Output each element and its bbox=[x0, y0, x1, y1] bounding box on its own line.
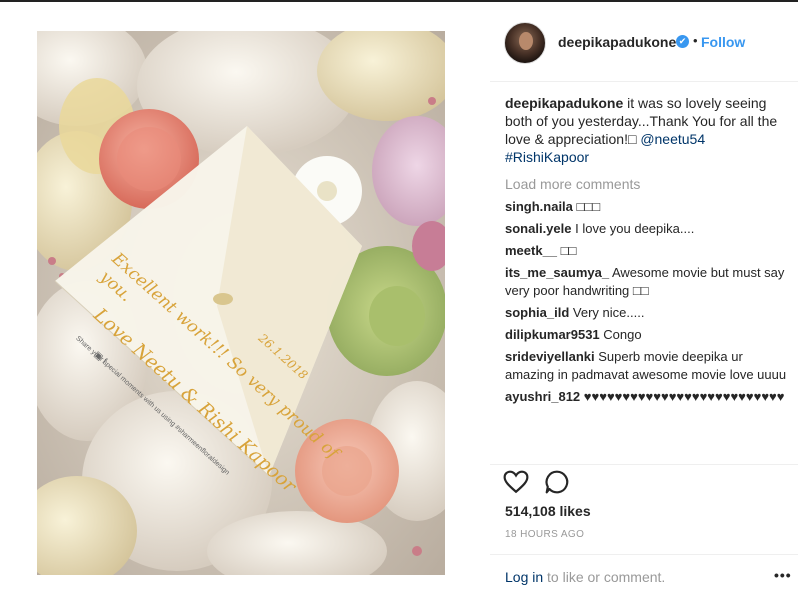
more-options-icon[interactable]: ••• bbox=[774, 567, 792, 583]
likes-count[interactable]: 514,108 likes bbox=[505, 503, 591, 519]
separator-dot: • bbox=[693, 33, 698, 48]
comment-username[interactable]: ayushri_812 bbox=[505, 389, 580, 404]
login-link[interactable]: Log in bbox=[505, 569, 543, 585]
verified-badge-icon: ✔ bbox=[676, 35, 689, 48]
comment-item: ayushri_812 ♥♥♥♥♥♥♥♥♥♥♥♥♥♥♥♥♥♥♥♥♥♥♥♥♥♥ bbox=[505, 388, 790, 406]
load-more-comments-button[interactable]: Load more comments bbox=[505, 175, 790, 193]
comment-bubble-icon[interactable] bbox=[544, 469, 570, 495]
comment-item: singh.naila □□□ bbox=[505, 198, 790, 216]
comment-username[interactable]: singh.naila bbox=[505, 199, 573, 214]
comment-username[interactable]: sonali.yele bbox=[505, 221, 571, 236]
comment-text: ♥♥♥♥♥♥♥♥♥♥♥♥♥♥♥♥♥♥♥♥♥♥♥♥♥♥ bbox=[580, 389, 785, 404]
comment-username[interactable]: its_me_saumya_ bbox=[505, 265, 609, 280]
login-prompt-text: to like or comment. bbox=[543, 569, 666, 585]
footer-divider bbox=[490, 554, 798, 555]
post-photo[interactable]: Excellent work!!! So very proud of you. … bbox=[37, 31, 445, 575]
login-prompt: Log in to like or comment. bbox=[505, 569, 665, 585]
comment-item: sonali.yele I love you deepika.... bbox=[505, 220, 790, 238]
actions-divider bbox=[490, 464, 798, 465]
comment-item: meetk__ □□ bbox=[505, 242, 790, 260]
comment-username[interactable]: srideviyellanki bbox=[505, 349, 595, 364]
avatar[interactable] bbox=[504, 22, 546, 64]
comment-item: dilipkumar9531 Congo bbox=[505, 326, 790, 344]
comment-text: □□□ bbox=[572, 199, 601, 214]
caption-username[interactable]: deepikapadukone bbox=[505, 95, 623, 111]
comment-text: □□ bbox=[557, 243, 577, 258]
comment-username[interactable]: dilipkumar9531 bbox=[505, 327, 600, 342]
caption-hashtag-link[interactable]: #RishiKapoor bbox=[505, 149, 589, 165]
comment-username[interactable]: sophia_ild bbox=[505, 305, 569, 320]
caption-mention-link[interactable]: @neetu54 bbox=[640, 131, 705, 147]
post-timestamp[interactable]: 18 HOURS AGO bbox=[505, 529, 584, 540]
comment-text: I love you deepika.... bbox=[571, 221, 695, 236]
heart-icon[interactable] bbox=[503, 469, 529, 495]
follow-button[interactable]: Follow bbox=[701, 34, 745, 50]
comment-item: sophia_ild Very nice..... bbox=[505, 304, 790, 322]
comment-username[interactable]: meetk__ bbox=[505, 243, 557, 258]
comments-section: deepikapadukone it was so lovely seeing … bbox=[505, 94, 790, 410]
post-header: deepikapadukone ✔ • Follow bbox=[490, 2, 798, 82]
post-side-panel: deepikapadukone ✔ • Follow deepikapaduko… bbox=[490, 2, 798, 602]
header-username[interactable]: deepikapadukone bbox=[558, 34, 676, 50]
flower-arrangement-image bbox=[37, 31, 445, 575]
comment-item: its_me_saumya_ Awesome movie but must sa… bbox=[505, 264, 790, 300]
comment-text: Very nice..... bbox=[569, 305, 645, 320]
comment-text: Congo bbox=[599, 327, 642, 342]
post-caption: deepikapadukone it was so lovely seeing … bbox=[505, 94, 790, 166]
comment-item: srideviyellanki Superb movie deepika ur … bbox=[505, 348, 790, 384]
